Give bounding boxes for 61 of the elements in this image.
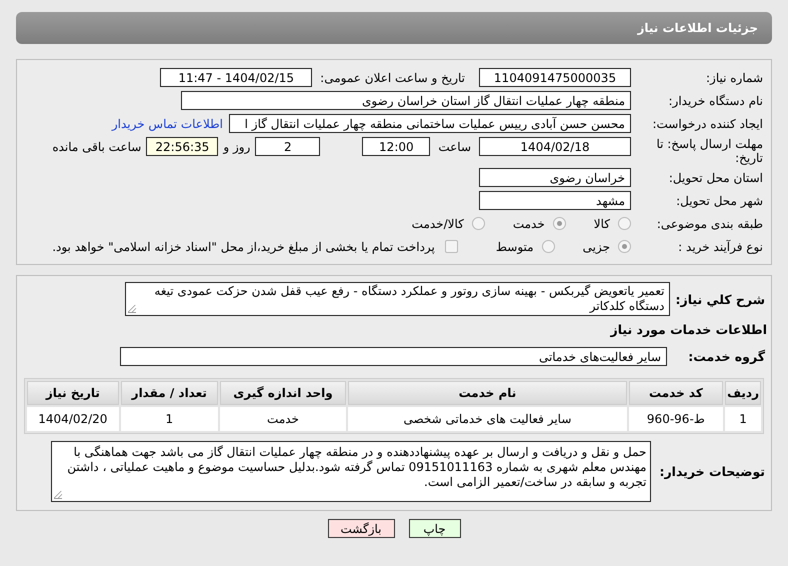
remaining-time-field: 22:56:35 <box>146 137 218 156</box>
checkbox[interactable] <box>444 240 458 253</box>
buyer-org-field: منطقه چهار عملیات انتقال گاز استان خراسان رضوی <box>181 91 631 110</box>
print-button[interactable]: چاپ <box>408 519 460 538</box>
field-label: شرح کلي نياز: <box>676 292 765 307</box>
time-field: 12:00 <box>362 137 430 156</box>
field-label: شهر محل تحویل: <box>676 194 763 208</box>
field-label: تاریخ و ساعت اعلان عمومی: <box>320 70 465 84</box>
column-header: تاریخ نیاز <box>27 381 119 405</box>
field-label: شماره نیاز: <box>706 70 763 84</box>
field-label: گروه خدمت: <box>687 349 765 364</box>
option-label: خدمت <box>512 216 545 230</box>
option-label: جزیی <box>582 240 610 254</box>
announce-datetime-field: 1404/02/15 - 11:47 <box>160 68 312 87</box>
column-header: واحد اندازه گیری <box>220 381 346 405</box>
need-number-field: 1104091475000035 <box>479 68 631 87</box>
option-label: کالا <box>594 216 610 230</box>
table-cell: 1 <box>725 407 761 431</box>
buyer-notes-textarea[interactable] <box>51 441 652 502</box>
table-cell: ط-96-960 <box>628 407 724 431</box>
service-group-field: سایر فعالیت‌های خدماتی <box>120 347 667 366</box>
field-label: ایجاد کننده درخواست: <box>652 116 763 130</box>
resize-grip-icon <box>128 305 136 313</box>
field-label: ساعت باقی مانده <box>52 139 142 156</box>
table-cell: خدمت <box>220 407 346 431</box>
requester-field: محسن حسن آبادی رییس عملیات ساختمانی منطقه چهار عملیات انتقال گاز ا <box>229 114 631 133</box>
field-label: نام دستگاه خریدار: <box>668 94 763 108</box>
buyer-contact-link[interactable]: اطلاعات تماس خریدار <box>112 116 223 130</box>
radio-button[interactable] <box>618 217 631 230</box>
page-title: جزئیات اطلاعات نیاز <box>637 21 758 35</box>
table-cell: سایر فعالیت های خدماتی شخصی <box>348 407 627 431</box>
field-label: ساعت <box>438 139 471 156</box>
buyer-notes-text: حمل و نقل و دریافت و ارسال بر عهده پیشنهاددهنده و در منطقه چهار عملیات انتقال گاز می باشد جهت هماهنگی با مهندس معلم شهری به شماره 09151011163 تماس گرفته شود.بدلیل حساسیت موضوع و ماهیت عملیاتی ، داشتن تجربه و سابقه در ساخت/تعمیر الزامی است. <box>67 445 646 489</box>
field-label: توضیحات خریدار: <box>659 464 765 479</box>
date-field: 1404/02/18 <box>479 137 631 156</box>
field-label: نوع فرآیند خرید : <box>678 240 763 254</box>
resize-grip-icon <box>54 491 62 499</box>
days-field: 2 <box>255 137 320 156</box>
column-header: کد خدمت <box>628 381 724 405</box>
radio-button[interactable] <box>472 217 485 230</box>
option-label: متوسط <box>496 240 534 254</box>
radio-button[interactable] <box>542 240 555 253</box>
column-header: تعداد / مقدار <box>120 381 218 405</box>
table-cell: 1 <box>120 407 218 431</box>
description-text: تعمیر یاتعویض گیربکس - بهینه سازی روتور و عملکرد دستگاه - رفع عیب قفل شدن حزکت عمودی تیغه دستگاه کلدکاتر <box>154 284 665 313</box>
field-label: روز و <box>223 139 250 156</box>
city-field: مشهد <box>479 191 631 210</box>
field-label: استان محل تحویل: <box>668 170 763 184</box>
option-label: کالا/خدمت <box>412 216 464 230</box>
table-cell: 1404/02/20 <box>27 407 119 431</box>
column-header: ردیف <box>725 381 761 405</box>
section-heading: اطلاعات خدمات مورد نیاز <box>610 322 767 337</box>
back-button[interactable]: بازگشت <box>328 519 394 538</box>
radio-button[interactable] <box>618 240 631 253</box>
province-field: خراسان رضوی <box>479 168 631 187</box>
column-header: نام خدمت <box>348 381 627 405</box>
description-textarea[interactable]: تعمیر یاتعویض گیربکس - بهینه سازی روتور و عملکرد دستگاه - رفع عیب قفل شدن حزکت عمودی تیغه دستگاه کلدکاتر <box>124 282 670 316</box>
payment-note: پرداخت تمام یا بخشی از مبلغ خرید،از محل "اسناد خزانه اسلامی" خواهد بود. <box>52 240 435 254</box>
radio-button[interactable] <box>552 217 566 230</box>
field-label: مهلت ارسال پاسخ: تا تاریخ: <box>655 137 763 165</box>
field-label: طبقه بندی موضوعی: <box>656 216 763 230</box>
